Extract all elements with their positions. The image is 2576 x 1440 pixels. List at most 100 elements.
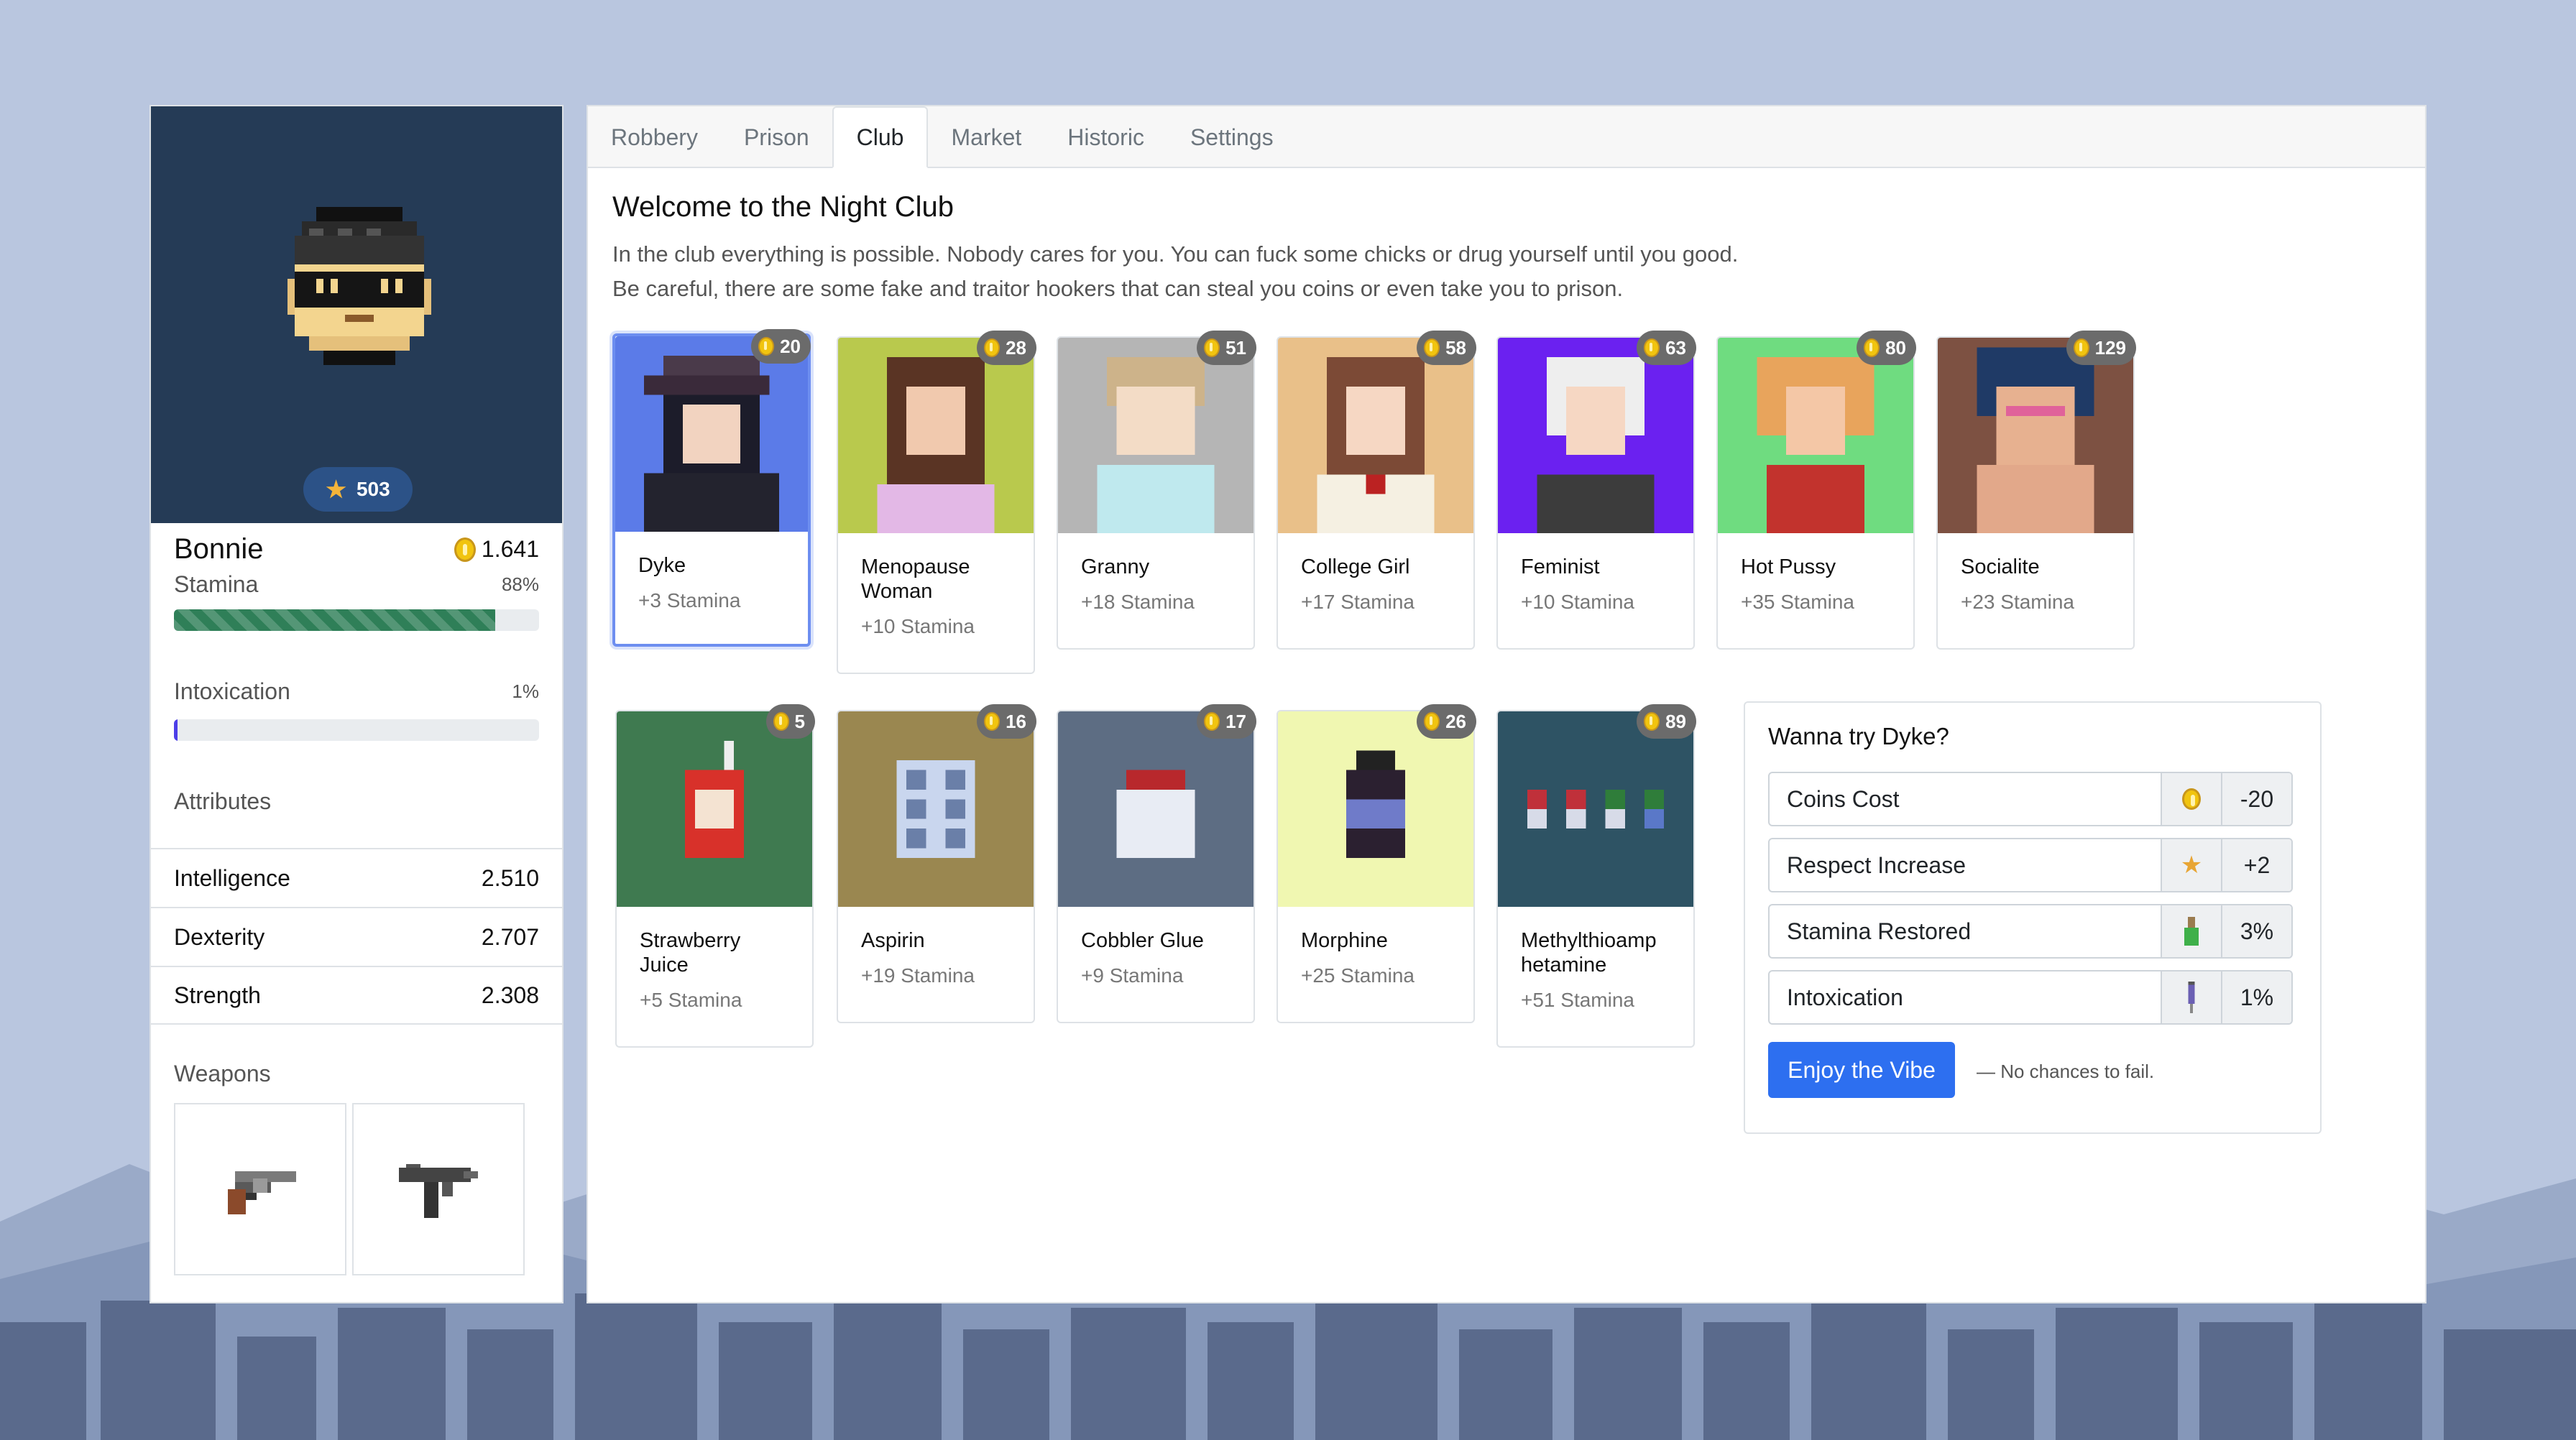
- coin-icon: [984, 338, 1000, 357]
- intoxication-bar: [174, 719, 539, 741]
- card-name: Hot Pussy: [1741, 555, 1836, 578]
- detail-label: Coins Cost: [1787, 785, 1900, 812]
- hooker-card-college-girl[interactable]: 58 College Girl +17 Stamina: [1276, 331, 1476, 650]
- card-image: [1278, 338, 1473, 533]
- card-image: [1938, 338, 2133, 533]
- dyke-portrait: [615, 336, 808, 532]
- attribute-label: Dexterity: [174, 923, 265, 950]
- cost-value: 28: [1006, 336, 1026, 359]
- card-name: Menopause Woman: [861, 555, 970, 603]
- hooker-card-granny[interactable]: 51 Granny +18 Stamina: [1057, 331, 1256, 650]
- drug-card-methylthioamphetamine[interactable]: 89 Methylthioamp hetamine +51 Stamina: [1496, 704, 1696, 1048]
- stamina-row: Stamina 88%: [151, 571, 562, 598]
- cost-value: 51: [1225, 336, 1246, 359]
- cost-value: 16: [1006, 710, 1026, 732]
- respect-badge: ★ 503: [303, 467, 413, 512]
- hooker-card-hot-pussy[interactable]: 80 Hot Pussy +35 Stamina: [1716, 331, 1916, 650]
- card-stamina: +3 Stamina: [638, 589, 741, 611]
- coin-icon: [773, 712, 789, 731]
- page-description: In the club everything is possible. Nobo…: [612, 241, 1739, 301]
- detail-title: Wanna try Dyke?: [1768, 723, 1949, 749]
- hooker-card-dyke[interactable]: 20 Dyke +3 Stamina: [612, 329, 811, 647]
- stamina-value: 88%: [501, 573, 539, 595]
- coin-icon: [1864, 338, 1880, 357]
- respect-value: 503: [356, 478, 390, 500]
- coin-icon: [758, 337, 775, 356]
- tab-historic[interactable]: Historic: [1044, 106, 1167, 168]
- hooker-card-menopause-woman[interactable]: 28 Menopause Woman +10 Stamina: [837, 331, 1036, 674]
- card-name: Methylthioamp hetamine: [1521, 929, 1657, 977]
- tab-robbery[interactable]: Robbery: [588, 106, 721, 168]
- coin-icon: [1424, 712, 1440, 731]
- cost-badge: 5: [765, 704, 815, 739]
- attributes-list: Intelligence 2.510 Dexterity 2.707 Stren…: [151, 848, 562, 1025]
- cost-badge: 129: [2066, 331, 2136, 365]
- coins-value: 1.641: [481, 536, 539, 562]
- intoxication-row: Intoxication 1%: [151, 678, 562, 705]
- attribute-value: 2.308: [481, 982, 539, 1008]
- drug-card-strawberry-juice[interactable]: 5 Strawberry Juice +5 Stamina: [615, 704, 815, 1048]
- weapon-slot-revolver[interactable]: [174, 1103, 346, 1275]
- enjoy-the-vibe-button[interactable]: Enjoy the Vibe: [1768, 1042, 1955, 1098]
- college-girl-portrait: [1278, 338, 1473, 533]
- intoxication-row: Intoxication 1%: [1768, 970, 2293, 1025]
- card-stamina: +35 Stamina: [1741, 591, 1854, 613]
- card-image: [838, 711, 1034, 907]
- hooker-card-feminist[interactable]: 63 Feminist +10 Stamina: [1496, 331, 1696, 650]
- card-stamina: +9 Stamina: [1081, 964, 1184, 987]
- card-image: [1058, 338, 1254, 533]
- cost-badge: 80: [1857, 331, 1916, 365]
- card-image: [1718, 338, 1913, 533]
- character-name: Bonnie: [174, 533, 264, 565]
- attribute-label: Intelligence: [174, 864, 290, 891]
- coins-cost-row: Coins Cost -20: [1768, 772, 2293, 826]
- attribute-value: 2.707: [481, 923, 539, 950]
- feminist-portrait: [1498, 338, 1693, 533]
- weapon-slot-uzi[interactable]: [352, 1103, 525, 1275]
- cost-value: 5: [794, 710, 805, 732]
- tab-settings[interactable]: Settings: [1167, 106, 1297, 168]
- card-name: College Girl: [1301, 555, 1410, 578]
- uzi-icon: [399, 1164, 478, 1218]
- attribute-label: Strength: [174, 982, 261, 1008]
- card-image: [838, 338, 1034, 533]
- coin-icon: [1424, 338, 1440, 357]
- drug-card-morphine[interactable]: 26 Morphine +25 Stamina: [1276, 704, 1476, 1023]
- cost-badge: 63: [1637, 331, 1696, 365]
- cost-badge: 26: [1417, 704, 1476, 739]
- attributes-title: Attributes: [174, 788, 272, 814]
- card-stamina: +51 Stamina: [1521, 989, 1634, 1011]
- star-icon: ★: [2161, 839, 2221, 891]
- card-stamina: +25 Stamina: [1301, 964, 1414, 987]
- revolver-icon: [228, 1171, 296, 1214]
- card-name: Dyke: [638, 554, 686, 577]
- card-name: Strawberry Juice: [640, 929, 741, 977]
- drug-card-cobbler-glue[interactable]: 17 Cobbler Glue +9 Stamina: [1057, 704, 1256, 1023]
- detail-label: Stamina Restored: [1787, 918, 1972, 944]
- coin-icon: [2073, 338, 2089, 357]
- page-title: Welcome to the Night Club: [612, 191, 954, 223]
- intoxication-value: 1%: [512, 680, 539, 702]
- cost-badge: 20: [751, 329, 811, 364]
- tab-market[interactable]: Market: [928, 106, 1044, 168]
- hooker-card-socialite[interactable]: 129 Socialite +23 Stamina: [1936, 331, 2136, 650]
- intoxication-label: Intoxication: [174, 678, 290, 704]
- tab-bar: Robbery Prison Club Market Historic Sett…: [588, 106, 2425, 168]
- hot-pussy-portrait: [1718, 338, 1913, 533]
- cost-badge: 89: [1637, 704, 1696, 739]
- cost-badge: 17: [1197, 704, 1256, 739]
- detail-panel: Wanna try Dyke? Coins Cost -20 Respect I…: [1744, 701, 2322, 1134]
- attribute-intelligence: Intelligence 2.510: [151, 848, 562, 907]
- coin-icon: [1204, 338, 1220, 357]
- detail-label: Intoxication: [1787, 984, 1903, 1010]
- coins-balance: 1.641: [454, 536, 539, 563]
- coin-icon: [2161, 773, 2221, 825]
- coin-icon: [1644, 338, 1660, 357]
- drug-card-aspirin[interactable]: 16 Aspirin +19 Stamina: [837, 704, 1036, 1023]
- cost-badge: 16: [977, 704, 1036, 739]
- coin-icon: [984, 712, 1000, 731]
- tab-prison[interactable]: Prison: [721, 106, 832, 168]
- stamina-label: Stamina: [174, 571, 259, 597]
- tab-club[interactable]: Club: [832, 106, 929, 168]
- card-image: [615, 336, 808, 532]
